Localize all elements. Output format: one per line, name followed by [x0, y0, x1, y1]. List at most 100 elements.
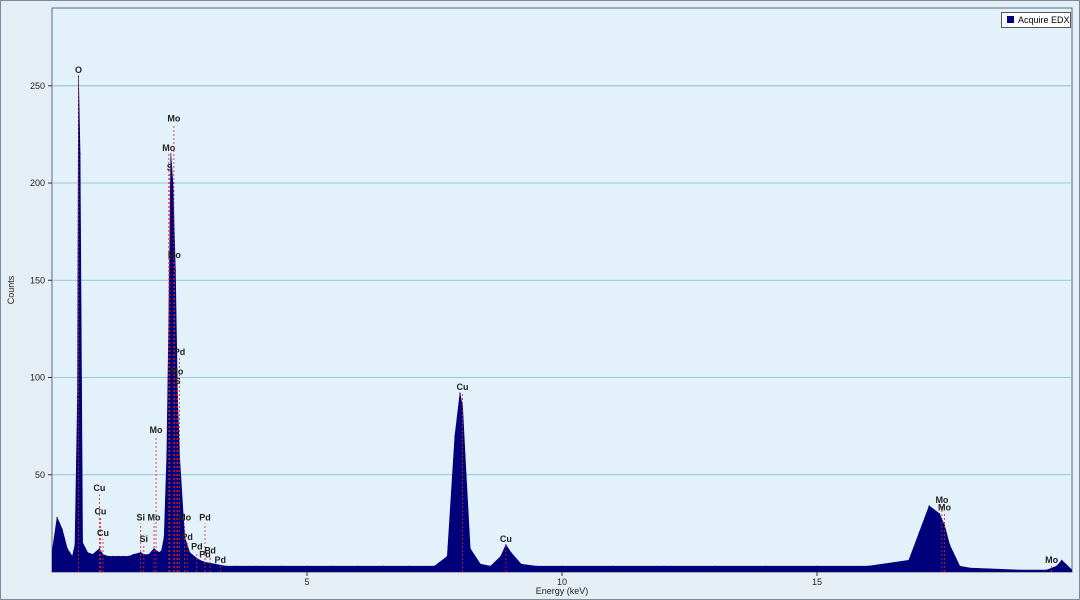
plot-area [51, 7, 1073, 573]
y-tick-label: 100 [30, 373, 45, 383]
data-point [71, 555, 73, 558]
peak-label: Mo [150, 425, 163, 435]
peak-label: Cu [93, 483, 105, 493]
peak-label: Cu [97, 528, 109, 538]
data-point [454, 435, 456, 437]
data-point [161, 550, 163, 552]
data-point [280, 565, 283, 567]
data-point [140, 552, 142, 554]
peak-label: Si [140, 534, 149, 544]
data-point [765, 565, 767, 567]
peak-label: S [174, 376, 180, 386]
data-point [1061, 559, 1063, 561]
y-tick-label: 200 [30, 178, 45, 188]
data-point [535, 565, 538, 567]
data-point [199, 559, 201, 561]
data-point [176, 396, 179, 398]
peak-label: Mo [148, 512, 161, 522]
peak-label: Cu [500, 534, 512, 544]
data-point [561, 565, 563, 567]
peak-label: Cu [457, 382, 469, 392]
data-point [867, 565, 869, 567]
data-point [172, 182, 174, 184]
peak-label: Mo [1045, 555, 1058, 565]
data-point [816, 565, 818, 567]
data-point [510, 552, 512, 554]
data-point [490, 565, 492, 567]
data-point [133, 553, 135, 556]
data-point [82, 542, 84, 544]
data-point [163, 536, 165, 538]
peak-label: Cu [94, 507, 106, 517]
peak-label: Pd [199, 512, 211, 522]
data-point [949, 544, 951, 546]
data-point [469, 548, 471, 550]
data-point [908, 559, 910, 561]
data-point [918, 532, 920, 534]
data-point [98, 548, 100, 550]
data-point [459, 392, 461, 394]
data-point [224, 565, 226, 567]
data-point [331, 565, 334, 567]
peak-label: Mo [167, 114, 180, 124]
data-point [612, 565, 614, 567]
data-point [663, 565, 665, 567]
data-point [969, 567, 971, 569]
data-point [79, 153, 81, 155]
data-point [382, 565, 385, 567]
data-point [500, 555, 502, 558]
y-tick-label: 150 [30, 275, 45, 285]
peak-label: Mo [170, 367, 183, 377]
x-axis-ticks: 5 10 15 [304, 572, 822, 587]
data-point [433, 565, 436, 567]
data-point [189, 552, 191, 554]
peak-label: Pd [215, 555, 227, 565]
data-point [87, 552, 89, 554]
data-point [153, 548, 155, 550]
data-point [479, 563, 481, 565]
x-axis-label: Energy (keV) [536, 586, 589, 596]
data-point [464, 454, 466, 456]
data-point [1045, 569, 1048, 571]
edx-spectrum-chart: 50100150200250 5 10 15 OCuCuCuSiSiMoMoMoSM… [6, 7, 1073, 596]
data-point [166, 454, 168, 456]
data-point [505, 544, 507, 546]
data-point [76, 396, 79, 398]
legend-label: Acquire EDX [1018, 15, 1070, 25]
data-point [61, 528, 63, 530]
peak-label: O [75, 65, 82, 75]
data-point [714, 565, 716, 567]
data-point [520, 563, 522, 565]
data-point [127, 555, 130, 558]
peak-label: Pd [181, 532, 193, 542]
data-point [158, 552, 160, 554]
data-point [408, 565, 410, 567]
peak-label: Mo [168, 250, 181, 260]
y-tick-label: 50 [35, 470, 45, 480]
peak-label: S [167, 162, 173, 172]
data-point [959, 565, 961, 567]
legend: Acquire EDX [1001, 12, 1071, 28]
peak-label: Mo [178, 512, 191, 522]
data-point [306, 565, 308, 567]
peak-label: Pd [174, 347, 186, 357]
peak-label: Pd [204, 545, 216, 555]
peak-label: Si [136, 512, 145, 522]
data-point [107, 555, 109, 558]
data-point [1056, 565, 1058, 567]
x-tick-label: 15 [812, 577, 822, 587]
data-point [446, 555, 448, 558]
data-point [943, 524, 946, 526]
y-axis-ticks: 50 100 150 200 250 [30, 81, 52, 480]
data-point [112, 555, 114, 558]
data-point [170, 153, 172, 155]
peak-label: Mo [938, 503, 951, 513]
data-point [174, 270, 176, 272]
legend-swatch [1007, 16, 1014, 23]
y-tick-label: 250 [30, 81, 45, 91]
data-point [77, 75, 80, 77]
data-point [928, 505, 930, 507]
data-point [235, 565, 237, 567]
data-point [938, 513, 941, 515]
data-point [56, 516, 58, 519]
